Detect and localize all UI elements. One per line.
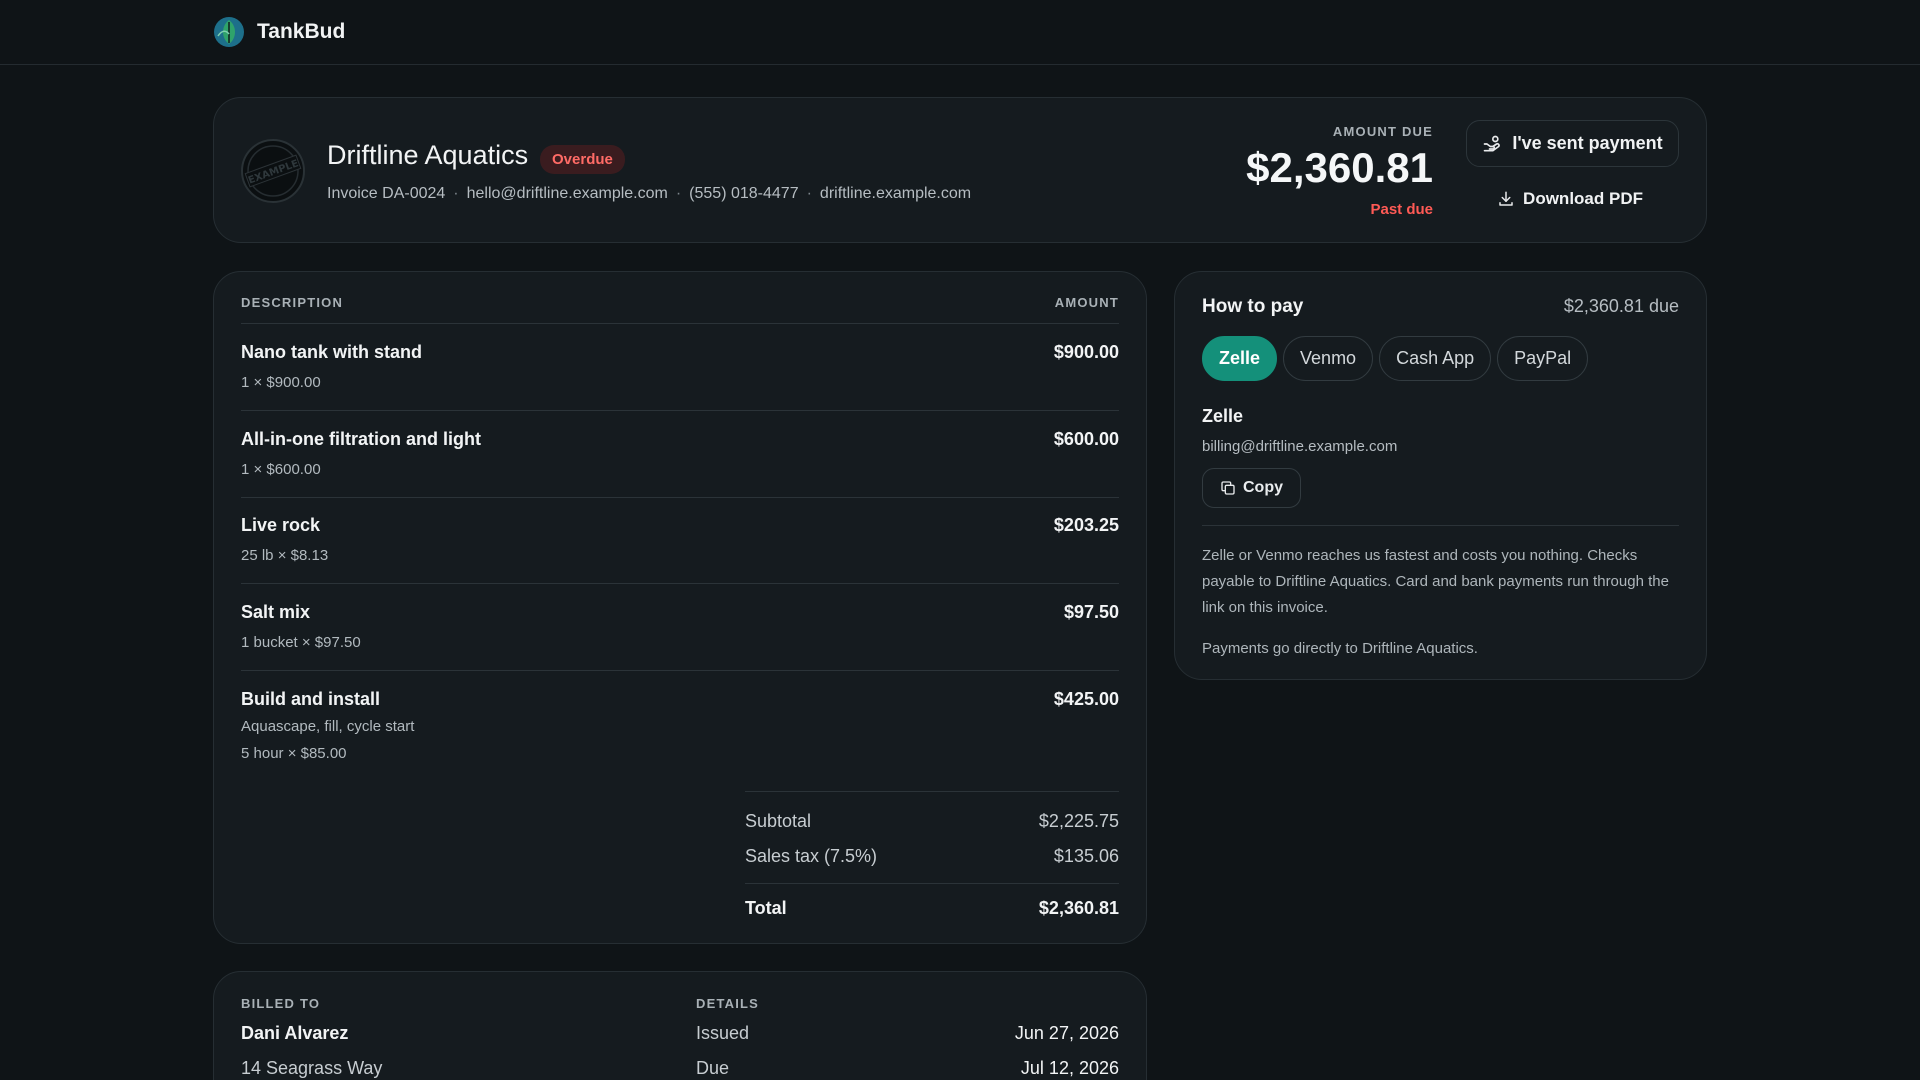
item-amount: $97.50 [1063, 602, 1119, 622]
separator: · [806, 185, 812, 202]
billed-to-label: BILLED TO [241, 996, 321, 1011]
method-handle: billing@driftline.example.com [1202, 438, 1398, 455]
item-qty: 25 lb × $8.13 [241, 547, 329, 564]
how-to-pay-title: How to pay [1202, 296, 1304, 317]
top-bar: TankBud [0, 0, 1920, 65]
vendor-website[interactable]: driftline.example.com [820, 185, 971, 203]
sent-payment-label: I've sent payment [1512, 133, 1663, 153]
item-title: Build and install [241, 689, 381, 709]
copy-label: Copy [1243, 479, 1283, 496]
item-title: Nano tank with stand [241, 342, 423, 362]
item-amount: $425.00 [1053, 689, 1119, 709]
due-date: Jul 12, 2026 [1020, 1058, 1119, 1078]
item-qty: 1 × $900.00 [241, 374, 321, 391]
divider [745, 791, 1119, 792]
issued-date: Jun 27, 2026 [1014, 1023, 1119, 1043]
divider [241, 323, 1119, 324]
payment-note: Zelle or Venmo reaches us fastest and co… [1202, 547, 1669, 616]
vendor-logo: EXAMPLE [241, 139, 305, 203]
item-amount: $600.00 [1053, 429, 1119, 449]
item-title: Live rock [241, 515, 321, 535]
billed-to-card: BILLED TO Dani Alvarez 14 Seagrass Way D… [213, 971, 1147, 1080]
item-qty: 5 hour × $85.00 [241, 745, 347, 762]
divider [1202, 525, 1679, 526]
billed-name: Dani Alvarez [241, 1023, 349, 1043]
subtotal-label: Subtotal [745, 811, 812, 831]
past-due-status: Past due [1370, 201, 1433, 218]
status-badge: Overdue [540, 145, 625, 174]
tax-value: $135.06 [1053, 846, 1119, 866]
download-icon [1499, 191, 1513, 206]
item-title: All-in-one filtration and light [241, 429, 481, 449]
vendor-phone[interactable]: (555) 018-4477 [689, 185, 798, 203]
subtotal-value: $2,225.75 [1038, 811, 1119, 831]
payment-direct-note: Payments go directly to Driftline Aquati… [1202, 640, 1478, 657]
issued-label: Issued [696, 1023, 750, 1043]
divider [241, 497, 1119, 498]
line-items-card: DESCRIPTION AMOUNT Nano tank with stand … [213, 271, 1147, 944]
vendor-meta: Invoice DA-0024 · hello@driftline.exampl… [327, 185, 971, 203]
item-amount: $203.25 [1053, 515, 1119, 535]
details-label: DETAILS [696, 996, 760, 1011]
amount-due-value: $2,360.81 [1246, 144, 1433, 191]
due-label: Due [696, 1058, 730, 1078]
billed-address: 14 Seagrass Way [241, 1058, 383, 1078]
how-to-pay-card: How to pay $2,360.81 due Zelle Venmo Cas… [1174, 271, 1707, 680]
tab-zelle[interactable]: Zelle [1202, 336, 1278, 381]
separator: · [675, 185, 682, 202]
invoice-number: Invoice DA-0024 [327, 185, 446, 202]
description-header: DESCRIPTION [241, 295, 344, 310]
brand[interactable]: TankBud [213, 15, 345, 49]
sent-payment-button[interactable]: I've sent payment [1466, 120, 1679, 167]
tax-label: Sales tax (7.5%) [745, 846, 878, 866]
amount-header: AMOUNT [1054, 295, 1119, 310]
divider [745, 883, 1119, 884]
hand-coins-icon [1483, 135, 1501, 151]
item-amount: $900.00 [1053, 342, 1119, 362]
copy-icon [1221, 481, 1235, 495]
total-value: $2,360.81 [1038, 898, 1119, 918]
vendor-name: Driftline Aquatics [327, 140, 529, 170]
item-note: Aquascape, fill, cycle start [241, 718, 415, 735]
vendor-email[interactable]: hello@driftline.example.com [467, 185, 668, 203]
download-pdf-label: Download PDF [1523, 189, 1643, 208]
divider [241, 670, 1119, 671]
leaf-logo-icon [214, 17, 244, 47]
download-pdf-button[interactable]: Download PDF [1497, 184, 1643, 214]
pay-due-amount: $2,360.81 due [1563, 296, 1679, 316]
amount-due-label: AMOUNT DUE [1332, 124, 1433, 139]
item-title: Salt mix [241, 602, 311, 622]
payment-method-tabs: Zelle Venmo Cash App PayPal [1202, 336, 1589, 381]
total-label: Total [745, 898, 787, 918]
tab-paypal[interactable]: PayPal [1497, 336, 1589, 381]
brand-name: TankBud [257, 20, 346, 43]
invoice-header-card: EXAMPLE Driftline Aquatics Overdue Invoi… [213, 97, 1707, 243]
separator: · [453, 185, 459, 202]
item-qty: 1 bucket × $97.50 [241, 634, 361, 651]
divider [241, 583, 1119, 584]
copy-button[interactable]: Copy [1202, 468, 1301, 508]
item-qty: 1 × $600.00 [241, 461, 321, 478]
divider [241, 410, 1119, 411]
tab-venmo[interactable]: Venmo [1283, 336, 1374, 381]
tab-cash-app[interactable]: Cash App [1379, 336, 1492, 381]
method-name: Zelle [1202, 406, 1244, 426]
